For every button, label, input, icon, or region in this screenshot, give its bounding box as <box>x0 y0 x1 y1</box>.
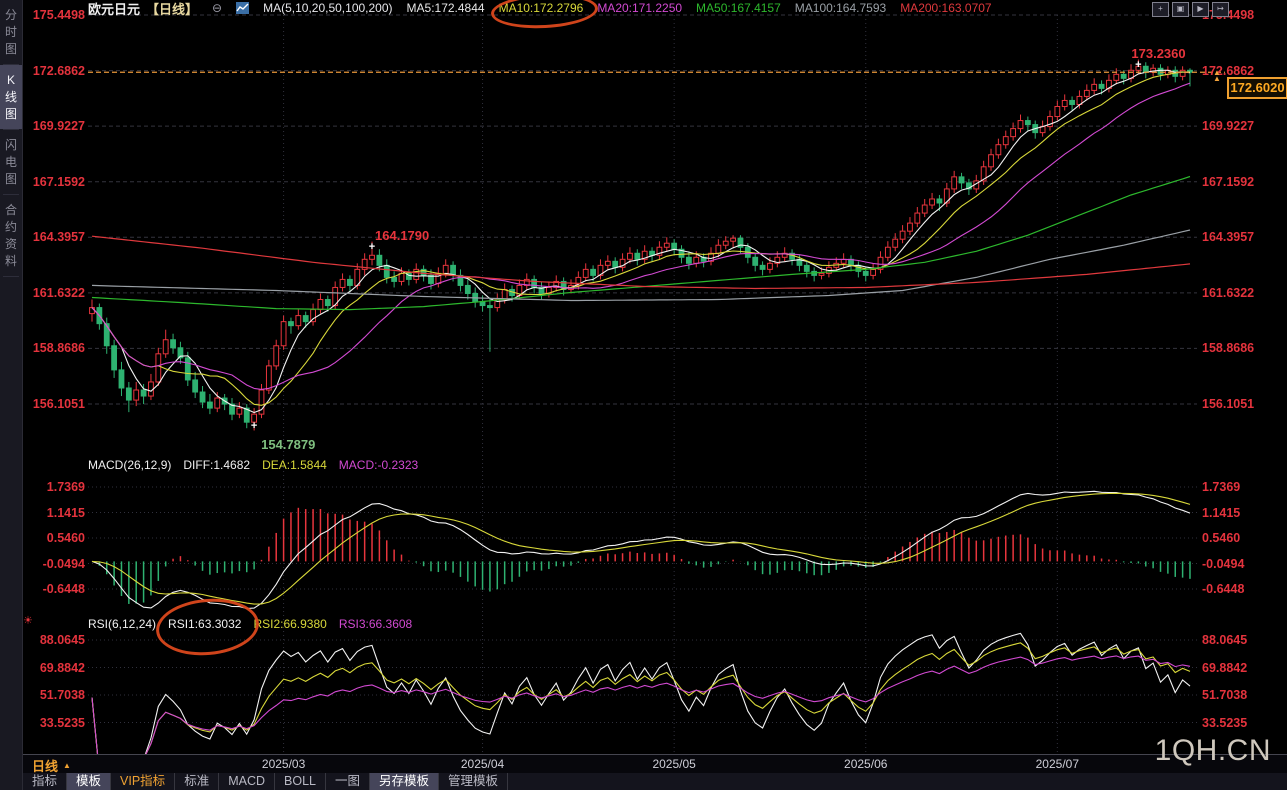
bottom-toolbar: 指标模板VIP指标标准MACDBOLL一图另存模板管理模板 <box>22 773 1287 790</box>
current-price-tag: 172.6020 <box>1227 77 1287 99</box>
rsi2-value: RSI2:66.9380 <box>253 617 326 631</box>
macd-axis-label-right: -0.0494 <box>1202 557 1274 571</box>
macd-value: MACD:-0.2323 <box>339 458 418 472</box>
rsi-axis-label-right: 51.7038 <box>1202 688 1274 702</box>
time-axis-bar: 日线 ▲ 2025/032025/042025/052025/062025/07 <box>22 754 1287 774</box>
swing-high-price-label: 164.1790 <box>375 228 429 243</box>
main-axis-label-left: 158.8686 <box>25 341 85 355</box>
sidebar-item-label: K线图 <box>4 72 18 123</box>
rsi-axis-label-right: 69.8842 <box>1202 661 1274 675</box>
main-axis-label-right: 161.6322 <box>1202 286 1274 300</box>
ma-chip-MA50: MA50:167.4157 <box>696 1 781 15</box>
trading-terminal: 分时图 K线图闪电图合约资料 欧元日元 【日线】 ⊖ MA(5,10,20,50,… <box>0 0 1287 790</box>
sidebar-item-label: 闪电图 <box>4 137 18 188</box>
sidebar-item-4[interactable]: 合约资料 <box>0 195 22 276</box>
main-axis-label-right: 158.8686 <box>1202 341 1274 355</box>
toolbar-tab-9[interactable]: 管理模板 <box>439 773 508 790</box>
toolbar-tab-6[interactable]: BOLL <box>275 773 326 790</box>
x-axis-label: 2025/04 <box>461 757 504 771</box>
sidebar-item-label: 分时图 <box>4 7 18 58</box>
sidebar-item-2[interactable]: K线图 <box>0 65 22 129</box>
x-axis-label: 2025/03 <box>262 757 305 771</box>
macd-axis-label-right: -0.6448 <box>1202 582 1274 596</box>
main-axis-label-left: 167.1592 <box>25 175 85 189</box>
toolbar-tab-8[interactable]: 另存模板 <box>370 773 439 790</box>
indicator-settings-icon[interactable]: ☀ <box>23 614 33 627</box>
watermark: 1QH.CN <box>1155 734 1271 768</box>
main-axis-label-left: 164.3957 <box>25 230 85 244</box>
rsi-axis-label-right: 33.5235 <box>1202 716 1274 730</box>
rsi-title: RSI(6,12,24) <box>88 617 156 631</box>
period-tag: 【日线】 <box>146 0 198 18</box>
extreme-cross-marker: + <box>251 420 257 432</box>
main-axis-label-left: 161.6322 <box>25 286 85 300</box>
ma-settings-label: MA(5,10,20,50,100,200) <box>263 1 392 15</box>
high-price-label: 173.2360 <box>1131 46 1185 61</box>
macd-dea-value: DEA:1.5844 <box>262 458 327 472</box>
dropdown-arrow-icon: ▲ <box>63 761 71 770</box>
ma-chip-MA200: MA200:163.0707 <box>900 1 991 15</box>
chart-canvas <box>0 0 1287 790</box>
rsi-axis-label-left: 33.5235 <box>25 716 85 730</box>
main-axis-label-right: 164.3957 <box>1202 230 1274 244</box>
chart-type-icon[interactable] <box>236 2 249 14</box>
sidebar-item-1[interactable]: 分时图 <box>0 0 22 64</box>
collapse-icon[interactable]: ⊖ <box>212 1 222 15</box>
window-controls: +▣▶↦ <box>1152 2 1229 17</box>
low-price-label: 154.7879 <box>261 437 315 452</box>
symbol-title: 欧元日元 <box>88 0 140 18</box>
price-up-arrows-icon: ▲▲ <box>1213 70 1221 82</box>
x-axis-label: 2025/06 <box>844 757 887 771</box>
rsi-axis-label-right: 88.0645 <box>1202 633 1274 647</box>
rsi-axis-label-left: 51.7038 <box>25 688 85 702</box>
ma-chip-MA100: MA100:164.7593 <box>795 1 886 15</box>
macd-axis-label-left: -0.6448 <box>25 582 85 596</box>
rsi-axis-label-left: 88.0645 <box>25 633 85 647</box>
toolbar-tab-1[interactable]: 指标 <box>22 773 67 790</box>
main-axis-label-left: 175.4498 <box>25 8 85 22</box>
x-axis-label: 2025/05 <box>652 757 695 771</box>
macd-axis-label-left: 0.5460 <box>25 531 85 545</box>
toolbar-tab-2[interactable]: 模板 <box>67 773 111 790</box>
macd-axis-label-left: 1.1415 <box>25 506 85 520</box>
macd-header: MACD(26,12,9) DIFF:1.4682 DEA:1.5844 MAC… <box>88 458 418 472</box>
macd-axis-label-left: 1.7369 <box>25 480 85 494</box>
macd-title: MACD(26,12,9) <box>88 458 171 472</box>
toolbar-tab-7[interactable]: 一图 <box>326 773 370 790</box>
macd-axis-label-right: 0.5460 <box>1202 531 1274 545</box>
layout-split-icon[interactable]: + <box>1152 2 1169 17</box>
ma-chip-MA5: MA5:172.4844 <box>407 1 485 15</box>
rsi-axis-label-left: 69.8842 <box>25 661 85 675</box>
sidebar-item-3[interactable]: 闪电图 <box>0 130 22 194</box>
main-axis-label-left: 172.6862 <box>25 64 85 78</box>
macd-axis-label-left: -0.0494 <box>25 557 85 571</box>
toolbar-tab-3[interactable]: VIP指标 <box>111 773 175 790</box>
main-axis-label-right: 169.9227 <box>1202 119 1274 133</box>
main-axis-label-left: 169.9227 <box>25 119 85 133</box>
x-axis-label: 2025/07 <box>1036 757 1079 771</box>
panel-chart-icon[interactable]: ▣ <box>1172 2 1189 17</box>
toolbar-tab-5[interactable]: MACD <box>219 773 275 790</box>
macd-axis-label-right: 1.7369 <box>1202 480 1274 494</box>
main-axis-label-right: 156.1051 <box>1202 397 1274 411</box>
macd-axis-label-right: 1.1415 <box>1202 506 1274 520</box>
up-arrow-icon: ▲ <box>1213 76 1221 82</box>
sidebar-item-label: 合约资料 <box>4 202 18 270</box>
chart-type-sidebar: 分时图 K线图闪电图合约资料 <box>0 0 23 790</box>
macd-diff-value: DIFF:1.4682 <box>183 458 250 472</box>
main-axis-label-right: 167.1592 <box>1202 175 1274 189</box>
sidebar-divider <box>3 276 19 277</box>
panel-play-icon[interactable]: ▶ <box>1192 2 1209 17</box>
ma-chip-MA20: MA20:171.2250 <box>597 1 682 15</box>
main-axis-label-left: 156.1051 <box>25 397 85 411</box>
rsi3-value: RSI3:66.3608 <box>339 617 412 631</box>
panel-expand-icon[interactable]: ↦ <box>1212 2 1229 17</box>
toolbar-tab-4[interactable]: 标准 <box>175 773 219 790</box>
